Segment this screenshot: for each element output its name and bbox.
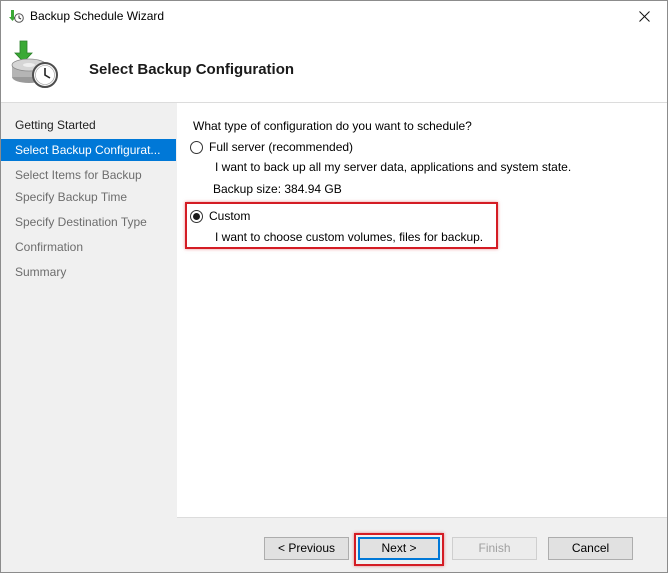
page-title: Select Backup Configuration: [89, 61, 295, 78]
nav-step-specify-destination-type: Specify Destination Type: [15, 215, 147, 229]
backup-disk-clock-icon: [11, 40, 58, 88]
configuration-panel: What type of configuration do you want t…: [177, 103, 667, 517]
title-bar[interactable]: Backup Schedule Wizard: [1, 1, 667, 31]
custom-description: I want to choose custom volumes, files f…: [215, 230, 484, 244]
full-server-radio[interactable]: [190, 141, 203, 154]
wizard-steps-nav: Getting Started Select Backup Configurat…: [1, 103, 176, 572]
custom-radio[interactable]: [190, 210, 203, 223]
custom-label[interactable]: Custom: [209, 209, 250, 223]
radio-selected-dot: [193, 213, 200, 220]
nav-step-select-items-for-backup: Select Items for Backup: [15, 168, 142, 182]
finish-button: Finish: [452, 537, 537, 560]
previous-button[interactable]: < Previous: [264, 537, 349, 560]
cancel-button[interactable]: Cancel: [548, 537, 633, 560]
nav-step-specify-backup-time: Specify Backup Time: [15, 190, 128, 204]
nav-step-confirmation: Confirmation: [15, 240, 84, 254]
nav-step-select-backup-configuration[interactable]: Select Backup Configurat...: [1, 139, 176, 161]
backup-schedule-icon: [9, 10, 24, 23]
configuration-question: What type of configuration do you want t…: [193, 119, 472, 133]
full-server-description: I want to back up all my server data, ap…: [215, 160, 572, 174]
wizard-header: Select Backup Configuration: [1, 31, 667, 103]
backup-schedule-wizard-window: Backup Schedule Wizard Select Backup Con…: [0, 0, 668, 573]
next-button[interactable]: Next >: [358, 537, 440, 560]
wizard-footer: < Previous Next > Finish Cancel: [177, 517, 667, 572]
nav-step-summary: Summary: [15, 265, 67, 279]
backup-size-text: Backup size: 384.94 GB: [213, 182, 342, 196]
nav-step-getting-started[interactable]: Getting Started: [1, 114, 176, 136]
close-button[interactable]: [621, 1, 667, 31]
full-server-label[interactable]: Full server (recommended): [209, 140, 353, 154]
window-title: Backup Schedule Wizard: [30, 9, 165, 23]
close-icon: [638, 10, 650, 22]
